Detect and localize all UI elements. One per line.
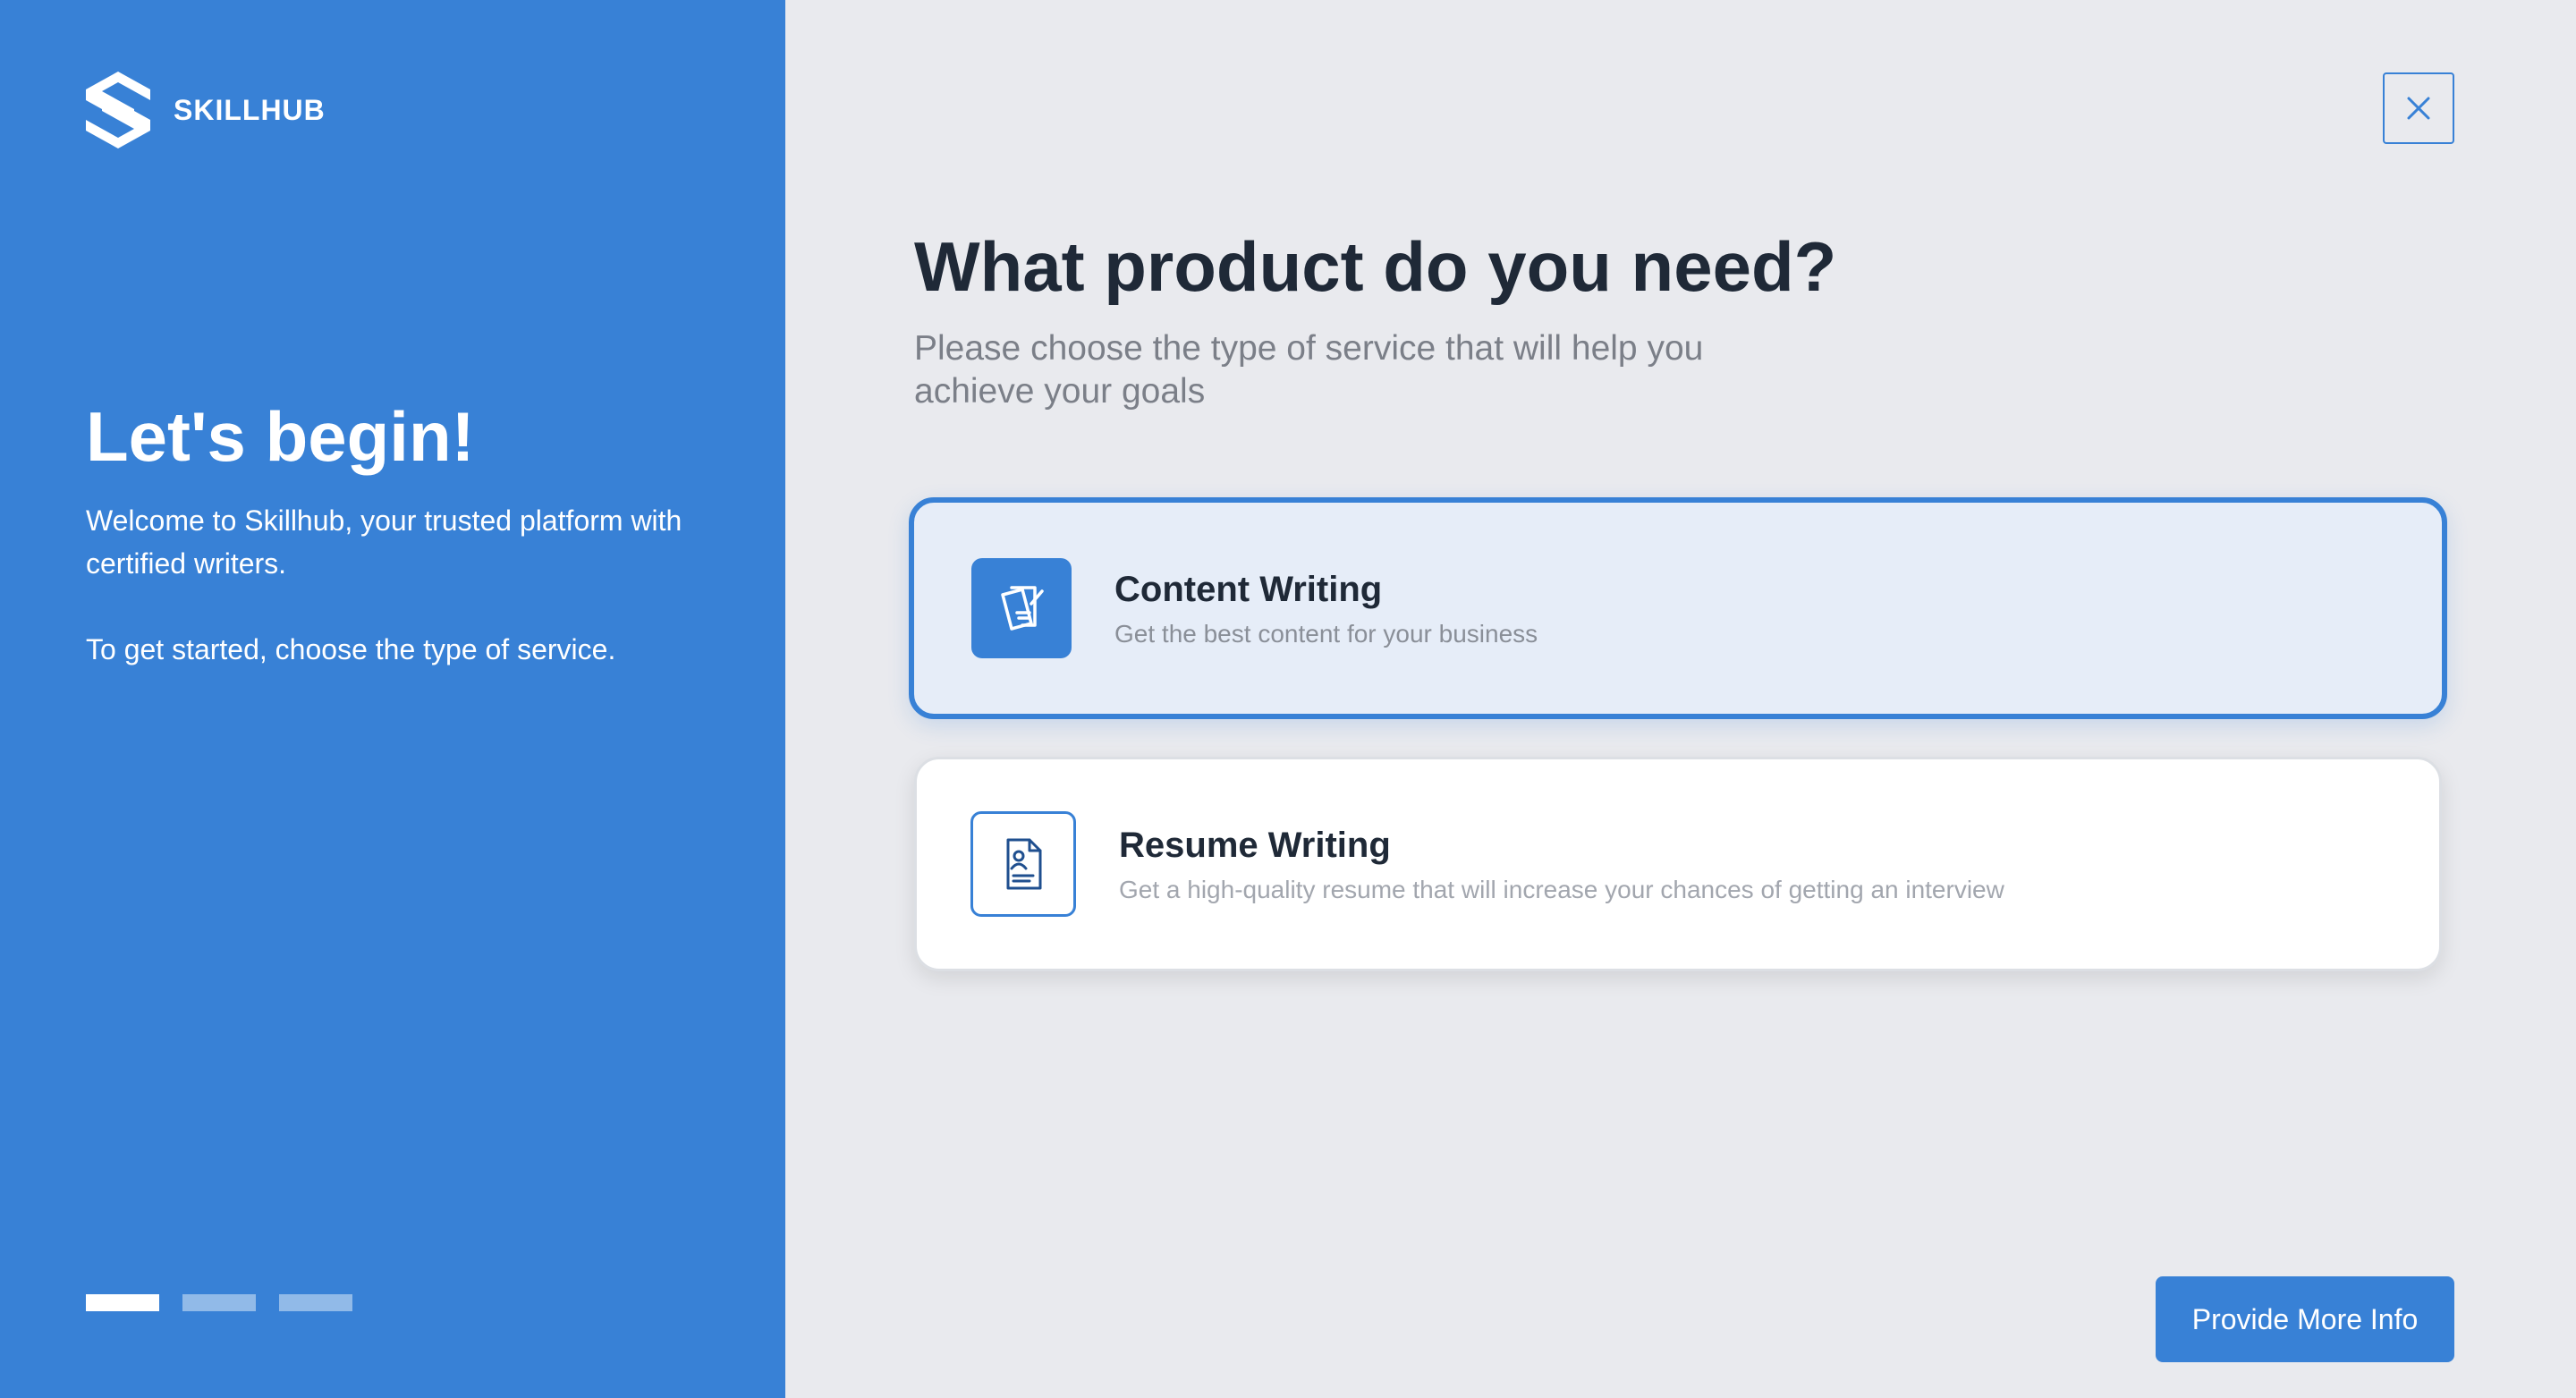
option-description: Get the best content for your business [1114,620,1538,648]
page-title: What product do you need? [914,227,1837,306]
brand: SKILLHUB [86,72,326,148]
skillhub-logo-icon [86,72,150,148]
provide-more-info-button[interactable]: Provide More Info [2156,1276,2454,1362]
step-1 [86,1294,159,1311]
resume-icon [1006,838,1042,890]
option-title: Content Writing [1114,570,1383,609]
intro-panel: SKILLHUB Let's begin! Welcome to Skillhu… [0,0,785,1398]
option-icon-wrapper [971,558,1072,658]
intro-content: Let's begin! Welcome to Skillhub, your t… [86,392,712,671]
close-button[interactable] [2383,72,2454,144]
step-2 [182,1294,256,1311]
close-icon [2407,97,2430,120]
step-indicator [86,1294,352,1311]
documents-pen-icon [1001,586,1044,631]
intro-instruction: To get started, choose the type of servi… [86,633,616,665]
option-resume-writing[interactable]: Resume Writing Get a high-quality resume… [914,757,2442,971]
brand-name: SKILLHUB [174,93,326,126]
step-3 [279,1294,352,1311]
selection-panel: What product do you need? Please choose … [785,0,2576,1398]
option-body: Resume Writing Get a high-quality resume… [1119,822,2004,906]
option-content-writing[interactable]: Content Writing Get the best content for… [909,497,2447,719]
option-description: Get a high-quality resume that will incr… [1119,876,2004,903]
option-body: Content Writing Get the best content for… [1114,566,1538,650]
intro-text: Welcome to Skillhub, your trusted platfo… [86,504,682,580]
intro-title: Let's begin! [86,397,475,476]
option-title: Resume Writing [1119,826,1391,865]
page-subtitle: Please choose the type of service that w… [914,329,1704,411]
option-icon-wrapper [970,811,1076,917]
